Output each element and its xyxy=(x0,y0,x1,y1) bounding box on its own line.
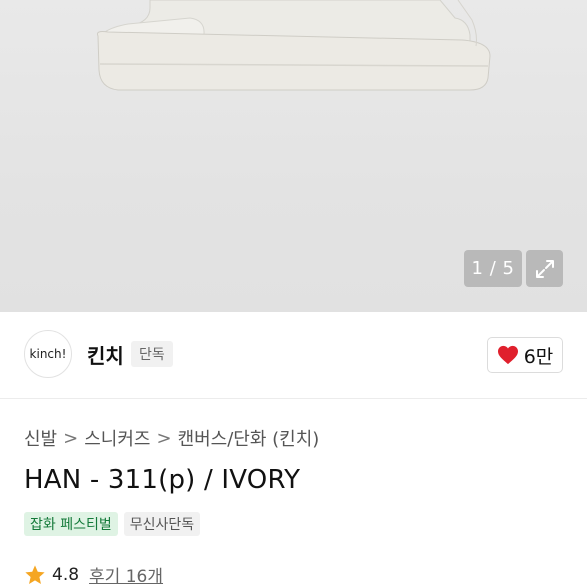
divider xyxy=(0,398,587,399)
heart-icon xyxy=(497,345,518,365)
product-image-gallery[interactable]: 1 / 5 xyxy=(0,0,587,312)
breadcrumb-item-sneakers[interactable]: 스니커즈 xyxy=(84,425,150,451)
like-button[interactable]: 6만 xyxy=(487,337,563,373)
brand-name[interactable]: 킨치 xyxy=(87,340,124,369)
brand-logo[interactable]: kinch! xyxy=(24,330,72,378)
star-icon xyxy=(25,564,45,584)
breadcrumb: 신발 > 스니커즈 > 캔버스/단화 (킨치) xyxy=(24,425,319,451)
reviews-link[interactable]: 후기 16개 xyxy=(89,562,163,587)
like-count: 6만 xyxy=(523,345,554,368)
expand-icon xyxy=(535,259,554,278)
expand-button[interactable] xyxy=(526,250,563,287)
festival-badge: 잡화 페스티벌 xyxy=(24,512,118,536)
exclusive-badge: 무신사단독 xyxy=(123,512,201,536)
breadcrumb-separator-icon: > xyxy=(156,427,172,449)
breadcrumb-separator-icon: > xyxy=(63,427,79,449)
badge-row: 잡화 페스티벌 무신사단독 xyxy=(24,512,201,536)
image-counter: 1 / 5 xyxy=(464,250,522,287)
brand-logo-text: kinch! xyxy=(29,347,67,361)
breadcrumb-item-shoes[interactable]: 신발 xyxy=(24,425,57,451)
rating-score: 4.8 xyxy=(52,564,80,585)
rating-row: 4.8 후기 16개 xyxy=(24,562,163,587)
brand-exclusive-badge: 단독 xyxy=(131,341,173,367)
breadcrumb-item-canvas[interactable]: 캔버스/단화 (킨치) xyxy=(178,425,320,451)
product-title: HAN - 311(p) / IVORY xyxy=(24,465,301,495)
